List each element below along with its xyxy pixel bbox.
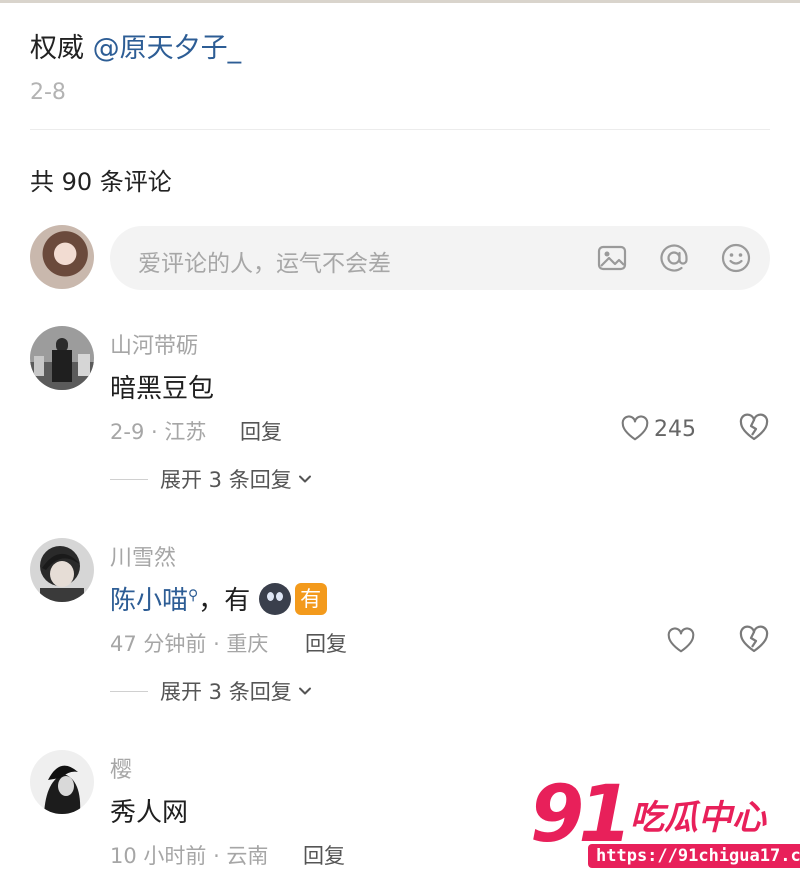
comment-text: 秀人网 <box>110 798 189 828</box>
reply-button[interactable]: 回复 <box>305 628 347 658</box>
comment-count: 共 90 条评论 <box>30 168 172 196</box>
avatar[interactable] <box>30 326 94 390</box>
watermark-title: 吃瓜中心 <box>630 798 766 838</box>
comment-author[interactable]: 山河带砺 <box>110 328 198 360</box>
comment-text: 暗黑豆包 <box>110 374 215 404</box>
broken-heart-icon <box>739 625 769 653</box>
comment-text: 陈小喵⚲，有 有 <box>110 580 327 618</box>
you-badge: 有 <box>294 582 327 615</box>
expand-line <box>110 690 148 692</box>
chevron-down-icon <box>298 687 311 695</box>
current-user-avatar[interactable] <box>30 225 94 289</box>
comment-author[interactable]: 樱 <box>110 752 132 784</box>
image-icon[interactable] <box>596 242 628 274</box>
broken-heart-icon <box>739 413 769 441</box>
watermark-url: https://91chigua17.com <box>588 844 800 868</box>
top-edge <box>0 0 800 3</box>
reply-button[interactable]: 回复 <box>240 416 282 446</box>
expand-replies-label: 展开 3 条回复 <box>160 468 292 492</box>
comment-input[interactable]: 爱评论的人，运气不会差 <box>110 226 770 290</box>
emoji-sticker <box>258 582 291 615</box>
expand-replies[interactable]: 展开 3 条回复 <box>110 676 312 706</box>
post-mention-link[interactable]: @原天夕子_ <box>93 33 242 64</box>
comment-author[interactable]: 川雪然 <box>110 540 176 572</box>
comment-meta: 10 小时前 · 云南 <box>110 844 269 868</box>
post-text-prefix: 权威 <box>30 33 93 64</box>
like-count: 245 <box>654 416 696 442</box>
comment-meta: 47 分钟前 · 重庆 <box>110 632 269 656</box>
heart-icon <box>621 415 649 441</box>
heart-icon <box>667 627 695 653</box>
search-icon: ⚲ <box>188 587 199 604</box>
avatar[interactable] <box>30 750 94 814</box>
mention-link[interactable]: 陈小喵 <box>110 586 188 616</box>
post-text: 权威 @原天夕子_ <box>30 26 241 65</box>
watermark-logo: 91 吃瓜中心 https://91chigua17.com <box>530 770 800 884</box>
divider <box>30 129 770 130</box>
reply-button[interactable]: 回复 <box>303 840 345 870</box>
like-button[interactable]: 245 <box>620 412 696 446</box>
emoji-icon[interactable] <box>720 242 752 274</box>
expand-replies[interactable]: 展开 3 条回复 <box>110 464 312 494</box>
dislike-button[interactable] <box>738 624 772 658</box>
expand-line <box>110 478 148 480</box>
chevron-down-icon <box>298 475 311 483</box>
dislike-button[interactable] <box>738 412 772 446</box>
comment-meta: 2-9 · 江苏 <box>110 420 207 444</box>
post-date: 2-8 <box>30 80 66 105</box>
comment-text-rest: ，有 <box>198 586 251 616</box>
comment-input-placeholder: 爱评论的人，运气不会差 <box>138 251 391 277</box>
like-button[interactable] <box>666 624 700 658</box>
avatar[interactable] <box>30 538 94 602</box>
at-icon[interactable] <box>658 242 690 274</box>
expand-replies-label: 展开 3 条回复 <box>160 680 292 704</box>
